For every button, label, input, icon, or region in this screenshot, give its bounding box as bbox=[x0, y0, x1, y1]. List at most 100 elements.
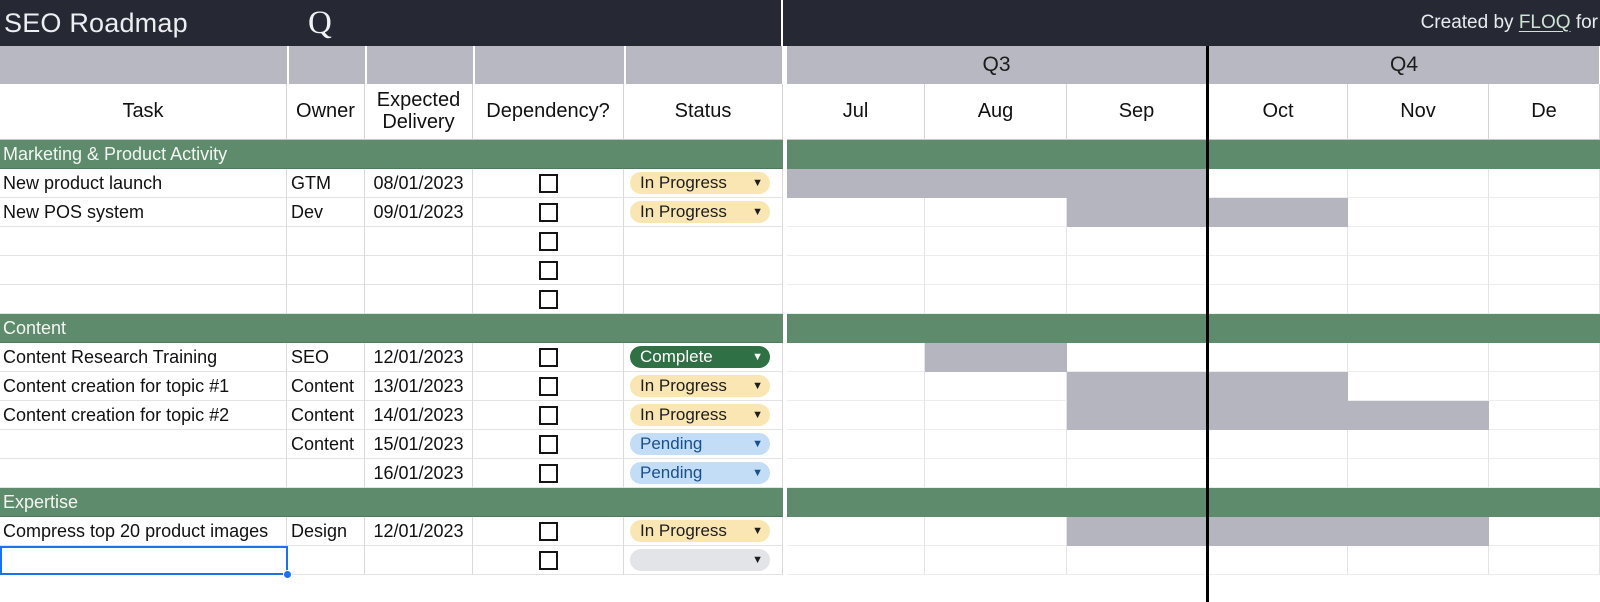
cell-owner[interactable] bbox=[287, 256, 365, 285]
gantt-cell-jul[interactable] bbox=[787, 343, 925, 372]
cell-task[interactable] bbox=[0, 256, 287, 285]
table-row[interactable]: New product launch GTM 08/01/2023 In Progre… bbox=[0, 169, 1600, 198]
gantt-cell-sep[interactable] bbox=[1067, 285, 1207, 314]
dependency-checkbox[interactable] bbox=[538, 405, 558, 425]
cell-expected-delivery[interactable]: 12/01/2023 bbox=[365, 517, 473, 546]
cell-status[interactable] bbox=[624, 256, 783, 285]
gantt-cell-de[interactable] bbox=[1489, 314, 1600, 343]
status-badge-pending[interactable]: Pending ▼ bbox=[630, 433, 770, 455]
gantt-cell-nov[interactable] bbox=[1348, 372, 1489, 401]
status-badge-inprogress[interactable]: In Progress ▼ bbox=[630, 404, 770, 426]
gantt-cell-nov[interactable] bbox=[1348, 285, 1489, 314]
chevron-down-icon[interactable]: ▼ bbox=[752, 520, 763, 542]
gantt-cell-oct[interactable] bbox=[1209, 256, 1348, 285]
table-row[interactable]: Content Research Training SEO 12/01/2023 Co… bbox=[0, 343, 1600, 372]
gantt-cell-nov[interactable] bbox=[1348, 256, 1489, 285]
table-row[interactable]: New POS system Dev 09/01/2023 In Progress ▼ bbox=[0, 198, 1600, 227]
cell-status[interactable] bbox=[624, 227, 783, 256]
cell-owner[interactable]: Design bbox=[287, 517, 365, 546]
gantt-cell-aug[interactable] bbox=[925, 546, 1067, 575]
gantt-cell-sep[interactable] bbox=[1067, 256, 1207, 285]
chevron-down-icon[interactable]: ▼ bbox=[752, 201, 763, 223]
table-row[interactable]: Content creation for topic #2 Content 14/0… bbox=[0, 401, 1600, 430]
cell-dependency[interactable] bbox=[473, 430, 624, 459]
gantt-cell-nov[interactable] bbox=[1348, 343, 1489, 372]
dependency-checkbox[interactable] bbox=[538, 289, 558, 309]
cell-task[interactable]: Content creation for topic #1 bbox=[0, 372, 287, 401]
status-badge-empty[interactable]: ▼ bbox=[630, 549, 770, 571]
gantt-cell-aug[interactable] bbox=[925, 140, 1067, 169]
cell-expected-delivery[interactable]: 12/01/2023 bbox=[365, 343, 473, 372]
cell-expected-delivery[interactable]: 16/01/2023 bbox=[365, 459, 473, 488]
gantt-cell-de[interactable] bbox=[1489, 285, 1600, 314]
table-row[interactable]: Compress top 20 product images Design 12/0… bbox=[0, 517, 1600, 546]
gantt-cell-aug[interactable] bbox=[925, 517, 1067, 546]
gantt-cell-oct[interactable] bbox=[1209, 169, 1348, 198]
col-header-month-de[interactable]: De bbox=[1489, 84, 1600, 140]
gantt-cell-oct[interactable] bbox=[1209, 430, 1348, 459]
cell-dependency[interactable] bbox=[473, 488, 624, 517]
gantt-cell-oct[interactable] bbox=[1209, 140, 1348, 169]
cell-owner[interactable]: SEO bbox=[287, 343, 365, 372]
cell-dependency[interactable] bbox=[473, 140, 624, 169]
chevron-down-icon[interactable]: ▼ bbox=[752, 462, 763, 484]
cell-status[interactable]: Complete ▼ bbox=[624, 343, 783, 372]
cell-dependency[interactable] bbox=[473, 372, 624, 401]
cell-status[interactable] bbox=[624, 314, 783, 343]
cell-expected-delivery[interactable]: 08/01/2023 bbox=[365, 169, 473, 198]
floq-link[interactable]: FLOQ bbox=[1519, 12, 1571, 33]
gantt-cell-oct[interactable] bbox=[1209, 459, 1348, 488]
cell-owner[interactable]: GTM bbox=[287, 169, 365, 198]
table-row[interactable]: Content 15/01/2023 Pending ▼ bbox=[0, 430, 1600, 459]
col-header-month-jul[interactable]: Jul bbox=[787, 84, 925, 140]
cell-status[interactable] bbox=[624, 140, 783, 169]
col-header-month-aug[interactable]: Aug bbox=[925, 84, 1067, 140]
cell-owner[interactable] bbox=[287, 140, 365, 169]
gantt-cell-oct[interactable] bbox=[1209, 546, 1348, 575]
col-header-status[interactable]: Status bbox=[624, 84, 783, 140]
cell-task[interactable] bbox=[0, 285, 287, 314]
table-row[interactable] bbox=[0, 256, 1600, 285]
cell-status[interactable]: Pending ▼ bbox=[624, 430, 783, 459]
gantt-cell-nov[interactable] bbox=[1348, 169, 1489, 198]
gantt-cell-de[interactable] bbox=[1489, 401, 1600, 430]
gantt-cell-aug[interactable] bbox=[925, 285, 1067, 314]
table-row[interactable]: 16/01/2023 Pending ▼ bbox=[0, 459, 1600, 488]
cell-status[interactable]: In Progress ▼ bbox=[624, 372, 783, 401]
gantt-cell-jul[interactable] bbox=[787, 198, 925, 227]
cell-status[interactable]: ▼ bbox=[624, 546, 783, 575]
gantt-cell-aug[interactable] bbox=[925, 198, 1067, 227]
status-badge-inprogress[interactable]: In Progress ▼ bbox=[630, 520, 770, 542]
col-header-task[interactable]: Task bbox=[0, 84, 287, 140]
cell-expected-delivery[interactable]: 15/01/2023 bbox=[365, 430, 473, 459]
cell-owner[interactable]: Content bbox=[287, 430, 365, 459]
gantt-cell-sep[interactable] bbox=[1067, 488, 1207, 517]
cell-expected-delivery[interactable] bbox=[365, 256, 473, 285]
table-row[interactable] bbox=[0, 285, 1600, 314]
col-header-expected-delivery[interactable]: Expected Delivery bbox=[365, 84, 473, 140]
gantt-cell-jul[interactable] bbox=[787, 140, 925, 169]
gantt-cell-de[interactable] bbox=[1489, 169, 1600, 198]
dependency-checkbox[interactable] bbox=[538, 376, 558, 396]
chevron-down-icon[interactable]: ▼ bbox=[752, 433, 763, 455]
cell-dependency[interactable] bbox=[473, 227, 624, 256]
gantt-cell-de[interactable] bbox=[1489, 227, 1600, 256]
gantt-cell-jul[interactable] bbox=[787, 546, 925, 575]
gantt-cell-de[interactable] bbox=[1489, 517, 1600, 546]
status-badge-inprogress[interactable]: In Progress ▼ bbox=[630, 201, 770, 223]
cell-owner[interactable] bbox=[287, 227, 365, 256]
cell-dependency[interactable] bbox=[473, 169, 624, 198]
gantt-cell-sep[interactable] bbox=[1067, 546, 1207, 575]
gantt-cell-aug[interactable] bbox=[925, 459, 1067, 488]
dependency-checkbox[interactable] bbox=[538, 550, 558, 570]
gantt-cell-jul[interactable] bbox=[787, 401, 925, 430]
cell-status[interactable]: In Progress ▼ bbox=[624, 517, 783, 546]
gantt-cell-oct[interactable] bbox=[1209, 343, 1348, 372]
cell-expected-delivery[interactable] bbox=[365, 285, 473, 314]
section-header-row[interactable]: Content bbox=[0, 314, 1600, 343]
gantt-cell-nov[interactable] bbox=[1348, 314, 1489, 343]
section-title-cell[interactable]: Marketing & Product Activity bbox=[0, 140, 287, 169]
gantt-cell-jul[interactable] bbox=[787, 459, 925, 488]
gantt-cell-nov[interactable] bbox=[1348, 227, 1489, 256]
gantt-cell-nov[interactable] bbox=[1348, 546, 1489, 575]
